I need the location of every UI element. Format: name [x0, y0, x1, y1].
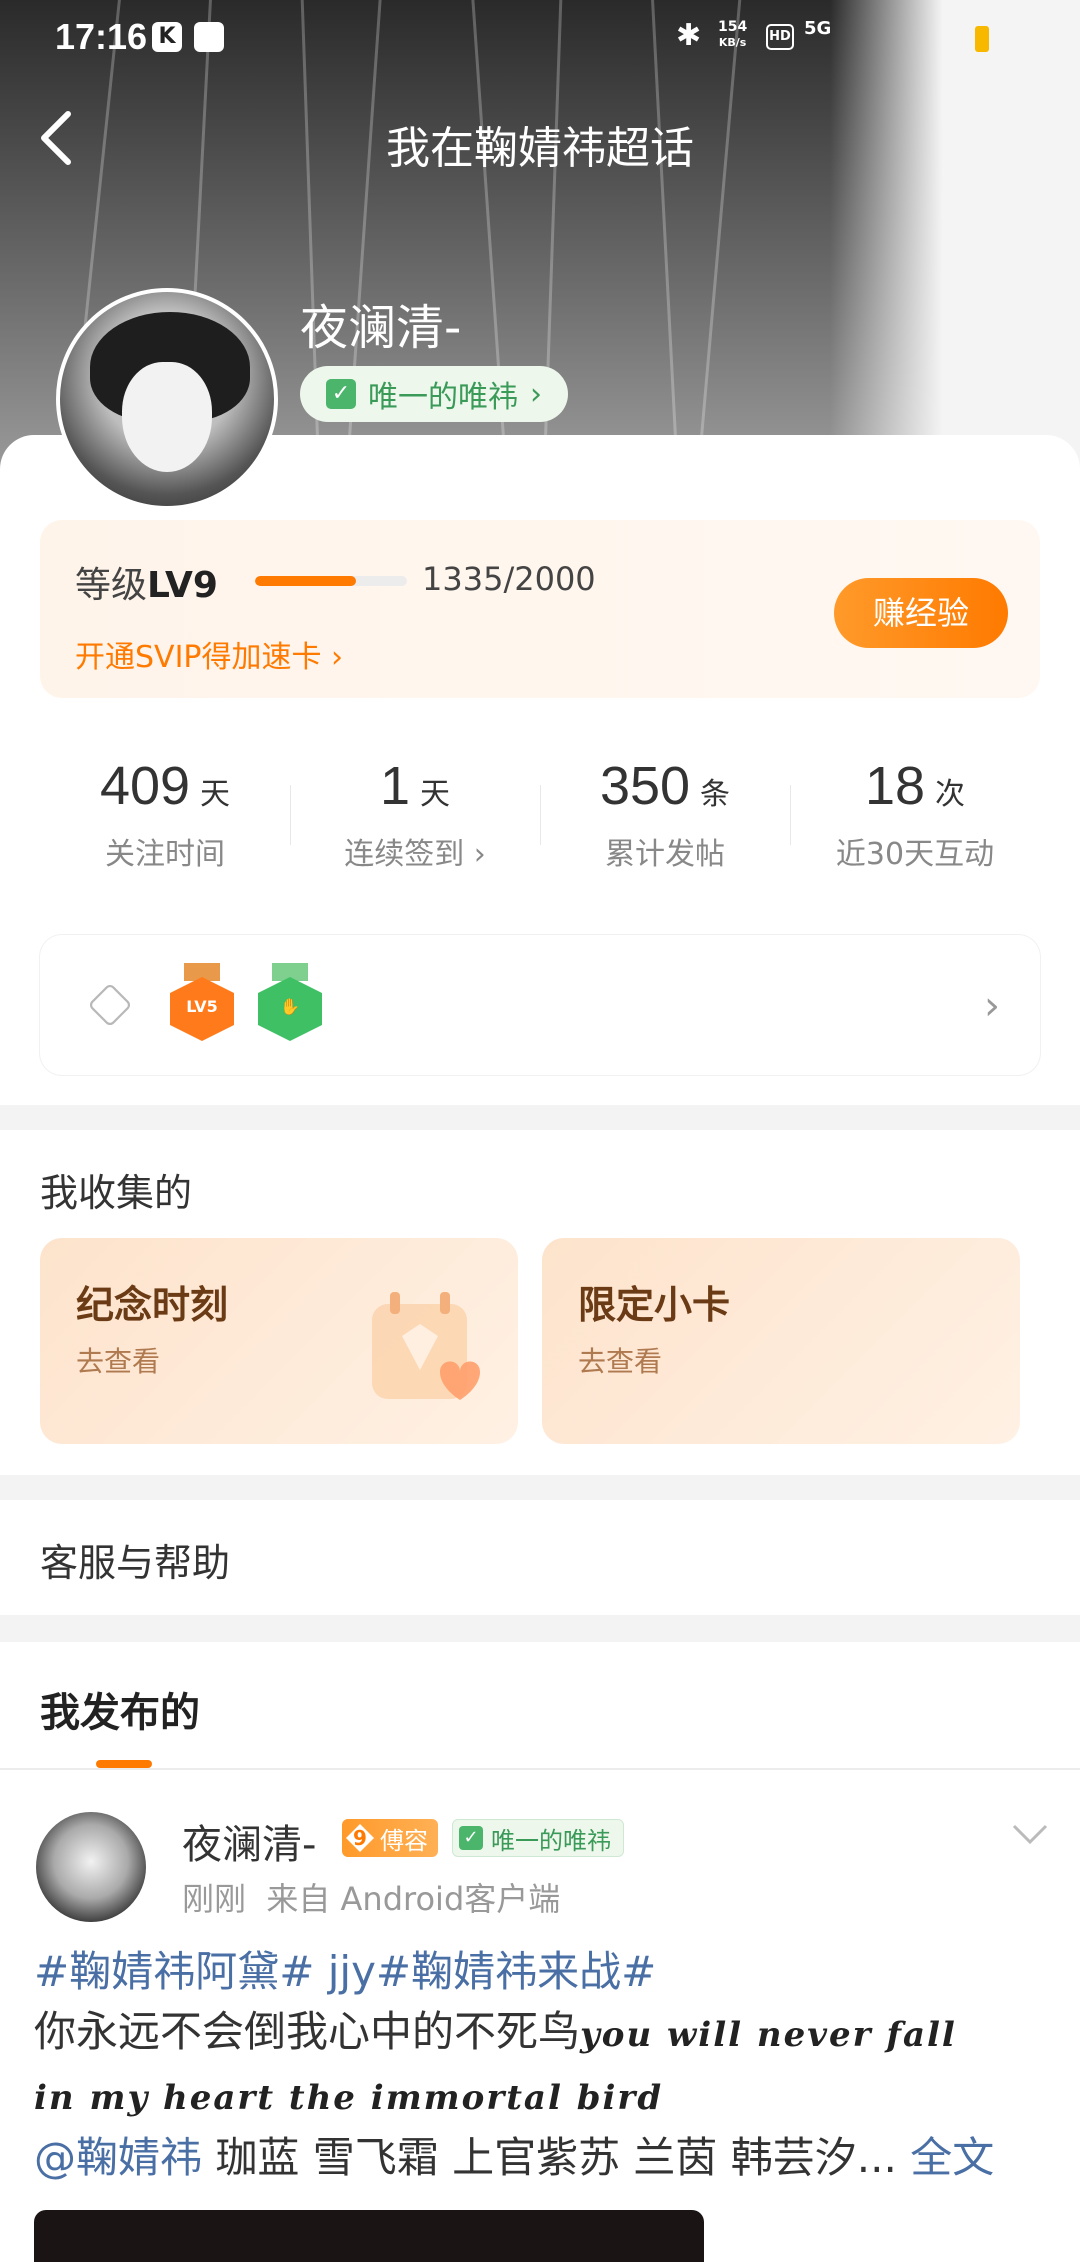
level-progress-fill: [255, 576, 357, 586]
read-more-link[interactable]: 全文: [910, 2133, 994, 2182]
posts-section: 我发布的 夜澜清- 9 傅容 ✓ 唯一的唯祎 刚刚 来自 Android客户端 …: [0, 1642, 1080, 2262]
post-author-name[interactable]: 夜澜清-: [182, 1812, 316, 1870]
check-icon: ✓: [459, 1826, 483, 1850]
level-card: 等级LV9 1335/2000 开通SVIP得加速卡 › 赚经验: [40, 520, 1040, 698]
collection-card-moments[interactable]: 纪念时刻 去查看: [40, 1238, 518, 1444]
level-progress-bar: [255, 576, 407, 586]
svip-link[interactable]: 开通SVIP得加速卡 ›: [75, 632, 343, 676]
stat-follow-days: 409 天 关注时间: [99, 756, 231, 872]
status-bar: 17:16 K ✱ 154 KB/s HD 5G: [0, 0, 1080, 78]
level-progress-text: 1335/2000: [422, 560, 596, 598]
badge-label: 唯一的唯祎: [368, 380, 518, 415]
page-title: 我在鞠婧祎超话: [386, 123, 694, 174]
stat-total-posts: 350 条 累计发帖: [540, 725, 790, 905]
collections-section: 我收集的 纪念时刻 去查看 限定小卡 去查看: [0, 1130, 1080, 1475]
stat-interactions: 18 次 近30天互动: [790, 725, 1040, 905]
fan-level-badge: 9 傅容: [342, 1819, 438, 1857]
supertopic-badge[interactable]: ✓ 唯一的唯祎 ›: [300, 366, 568, 422]
stats-row: 409 天 关注时间 1天 连续签到 › 350 条 累计发帖 18 次 近30天互动: [40, 725, 1040, 905]
medal-placeholder-icon: [87, 982, 133, 1028]
post-menu-chevron-down-icon[interactable]: [1010, 1810, 1050, 1856]
chevron-right-icon: ›: [530, 376, 542, 412]
post-image[interactable]: [34, 2210, 704, 2262]
earn-exp-button[interactable]: 赚经验: [834, 578, 1008, 648]
app-k-icon: K: [152, 22, 182, 52]
battery-icon: [975, 26, 989, 52]
bluetooth-icon: ✱: [676, 18, 702, 53]
post-text: #鞠婧祎阿黛# jjy#鞠婧祎来战# 你永远不会倒我心中的不死鸟you will…: [34, 1947, 995, 2182]
medal-row[interactable]: LV5 ✋ ›: [40, 935, 1040, 1075]
status-time: 17:16: [55, 16, 148, 57]
post-author-avatar[interactable]: [36, 1812, 146, 1922]
avatar[interactable]: [56, 288, 278, 510]
collections-title: 我收集的: [40, 1171, 193, 1215]
network-speed: 154 KB/s: [718, 19, 748, 50]
signal-icon: 5G: [804, 18, 832, 39]
chevron-right-icon: ›: [984, 983, 1000, 1029]
cert-badge: ✓ 唯一的唯祎: [452, 1819, 624, 1857]
collection-card-cards[interactable]: 限定小卡 去查看: [542, 1238, 1020, 1444]
help-title: 客服与帮助: [40, 1541, 231, 1585]
level-medal-icon: LV5: [170, 963, 234, 1043]
post-mention[interactable]: @鞠婧祎: [34, 2133, 202, 2182]
hd-icon: HD: [766, 24, 794, 50]
post-hashtags[interactable]: #鞠婧祎阿黛# jjy#鞠婧祎来战#: [34, 1947, 656, 1996]
tab-indicator: [96, 1760, 152, 1768]
username: 夜澜清-: [300, 300, 462, 356]
check-icon: ✓: [326, 379, 356, 409]
tab-my-posts[interactable]: 我发布的: [40, 1680, 200, 1738]
profile-sheet: 等级LV9 1335/2000 开通SVIP得加速卡 › 赚经验 409 天 关注…: [0, 435, 1080, 1105]
level-label: 等级LV9: [75, 565, 218, 606]
divider: [0, 1768, 1080, 1770]
stat-checkin-streak[interactable]: 1天 连续签到 ›: [290, 725, 540, 905]
app-game-icon: [194, 22, 224, 52]
post-meta: 刚刚 来自 Android客户端: [182, 1880, 561, 1918]
interaction-medal-icon: ✋: [258, 963, 322, 1043]
calendar-heart-icon: [372, 1292, 480, 1400]
help-section[interactable]: 客服与帮助: [0, 1500, 1080, 1615]
